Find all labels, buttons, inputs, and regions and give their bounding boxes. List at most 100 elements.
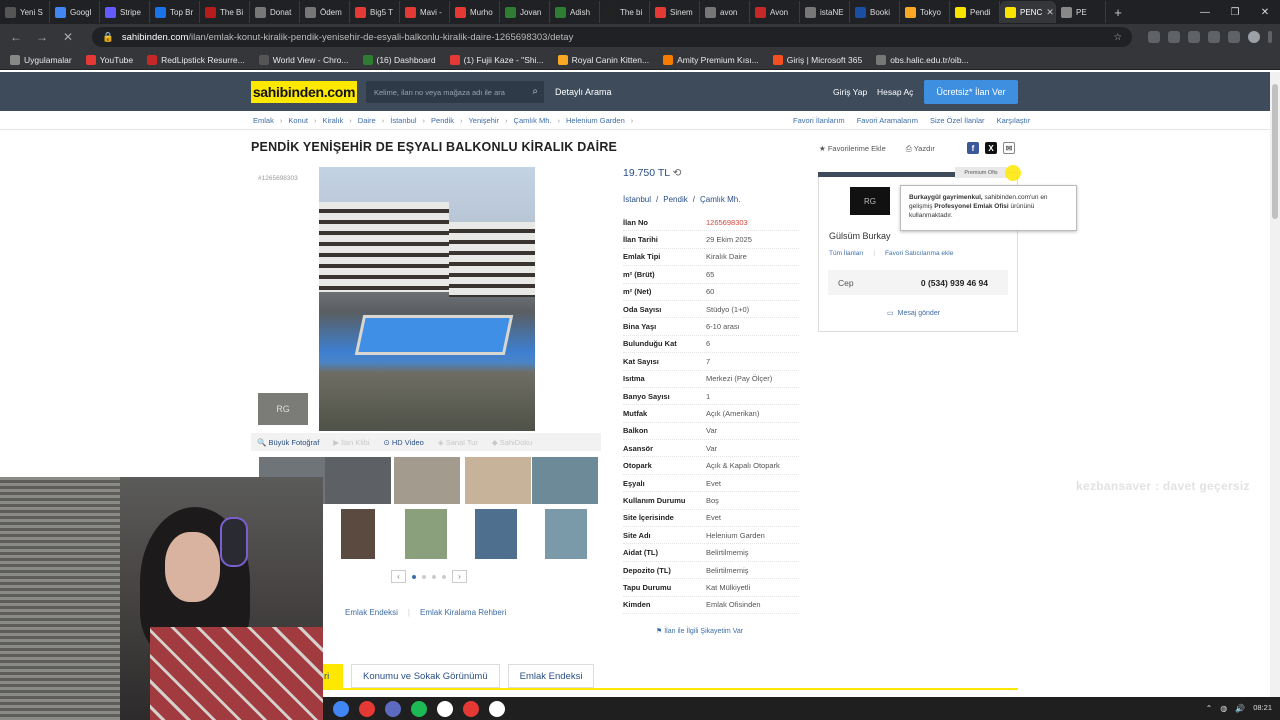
thumbnail[interactable] <box>465 457 531 504</box>
taskbar-app-icon[interactable] <box>359 700 375 717</box>
bookmark-item[interactable]: World View - Chro... <box>258 54 349 65</box>
bookmark-item[interactable]: Amity Premium Kısı... <box>663 54 759 65</box>
register-link[interactable]: Hesap Aç <box>877 87 913 97</box>
browser-tab[interactable]: PENC ✕ <box>1000 1 1056 23</box>
browser-tab[interactable]: Googl <box>50 1 100 23</box>
breadcrumb-item[interactable]: Pendik <box>431 116 454 125</box>
chevron-left-icon[interactable]: ‹ <box>391 570 406 583</box>
browser-tab[interactable]: Top Br <box>150 1 200 23</box>
x-icon[interactable]: X <box>985 142 997 154</box>
big-photo-button[interactable]: 🔍 Büyük Fotoğraf <box>257 438 319 447</box>
taskbar-app-icon[interactable] <box>385 700 401 717</box>
stop-icon[interactable]: ✕ <box>60 30 76 44</box>
bookmark-item[interactable]: (16) Dashboard <box>362 54 436 65</box>
send-message-link[interactable]: ▭ Mesaj gönder <box>887 309 940 318</box>
breadcrumb-item[interactable]: Konut <box>288 116 308 125</box>
favorite-seller-link[interactable]: Favori Satıcılarıma ekle <box>885 250 953 257</box>
thumbnail[interactable] <box>405 509 447 559</box>
pager-dot[interactable] <box>432 574 436 579</box>
browser-tab[interactable]: Donat <box>250 1 300 23</box>
browser-tab[interactable]: avon <box>700 1 750 23</box>
browser-tab[interactable]: Mavi - <box>400 1 450 23</box>
shortcut-link[interactable]: Karşılaştır <box>997 116 1031 125</box>
complaint-link[interactable]: ⚑ İlan ile İlgili Şikayetim Var <box>656 627 743 635</box>
maximize-icon[interactable]: ❐ <box>1220 0 1250 24</box>
menu-icon[interactable] <box>1268 31 1272 43</box>
bookmark-item[interactable]: Giriş | Microsoft 365 <box>772 54 862 65</box>
login-link[interactable]: Giriş Yap <box>833 87 867 97</box>
bookmark-item[interactable]: RedLipstick Resurre... <box>147 54 245 65</box>
tab-location[interactable]: Konumu ve Sokak Görünümü <box>351 664 500 688</box>
shortcut-link[interactable]: Favori Aramalarım <box>857 116 918 125</box>
all-listings-link[interactable]: Tüm İlanları <box>829 250 863 257</box>
browser-tab[interactable]: istaNE <box>800 1 850 23</box>
extension-icon[interactable] <box>1148 31 1160 43</box>
breadcrumb-item[interactable]: Helenium Garden <box>566 116 625 125</box>
print-link[interactable]: ⎙ Yazdır <box>906 144 935 154</box>
url-bar[interactable]: 🔒 sahibinden.com/ilan/emlak-konut-kirali… <box>92 27 1132 47</box>
browser-tab[interactable]: The Bi <box>200 1 250 23</box>
detailed-search-link[interactable]: Detaylı Arama <box>555 87 612 97</box>
page-scrollbar[interactable] <box>1270 72 1280 697</box>
taskbar-app-icon[interactable] <box>437 700 453 717</box>
network-icon[interactable]: ◍ <box>1220 704 1227 713</box>
favorite-link[interactable]: ★ Favorilerime Ekle <box>819 144 886 154</box>
chevron-right-icon[interactable]: › <box>452 570 467 583</box>
browser-tab[interactable]: Ödem <box>300 1 350 23</box>
puzzle-icon[interactable] <box>1228 31 1240 43</box>
bookmark-item[interactable]: Uygulamalar <box>10 54 72 65</box>
clock[interactable]: 08:21 <box>1253 704 1272 713</box>
taskbar-app-icon[interactable] <box>333 700 349 717</box>
browser-tab[interactable]: Pendi <box>950 1 1000 23</box>
emlak-endeksi-link[interactable]: Emlak Endeksi <box>345 608 398 617</box>
browser-tab[interactable]: Big5 T <box>350 1 400 23</box>
browser-tab[interactable]: Stripe <box>100 1 150 23</box>
phone-number[interactable]: 0 (534) 939 46 94 <box>921 278 988 288</box>
profile-avatar[interactable] <box>1248 31 1260 43</box>
search-icon[interactable]: ⌕ <box>532 86 538 97</box>
volume-icon[interactable]: 🔊 <box>1235 704 1245 713</box>
main-listing-photo[interactable] <box>319 167 535 431</box>
browser-tab[interactable]: Sinem <box>650 1 700 23</box>
breadcrumb-item[interactable]: Daire <box>358 116 376 125</box>
breadcrumb-item[interactable]: Çamlık Mh. <box>514 116 552 125</box>
bookmark-item[interactable]: YouTube <box>85 54 133 65</box>
hd-video-button[interactable]: ⊙ HD Video <box>384 438 424 447</box>
thumbnail[interactable] <box>532 457 598 504</box>
browser-tab[interactable]: Yeni S <box>0 1 50 23</box>
back-icon[interactable]: ← <box>8 30 24 44</box>
shortcut-link[interactable]: Size Özel İlanlar <box>930 116 985 125</box>
forward-icon[interactable]: → <box>34 30 50 44</box>
browser-tab[interactable]: Jovan <box>500 1 550 23</box>
thumbnail[interactable] <box>325 457 391 504</box>
taskbar-app-icon[interactable] <box>463 700 479 717</box>
breadcrumb-item[interactable]: İstanbul <box>390 116 416 125</box>
close-window-icon[interactable]: ✕ <box>1250 0 1280 24</box>
breadcrumb-item[interactable]: Kiralık <box>322 116 343 125</box>
location-neighborhood[interactable]: Çamlık Mh. <box>700 195 740 204</box>
browser-tab[interactable]: The bi <box>600 1 650 23</box>
browser-tab[interactable]: Tokyo <box>900 1 950 23</box>
bookmark-item[interactable]: Royal Canin Kitten... <box>557 54 649 65</box>
location-city[interactable]: İstanbul <box>623 195 651 204</box>
close-tab-icon[interactable]: ✕ <box>1046 7 1054 18</box>
browser-tab[interactable]: Adish <box>550 1 600 23</box>
taskbar-app-icon[interactable] <box>411 700 427 717</box>
pager-dot[interactable] <box>442 574 446 579</box>
bookmark-star-icon[interactable]: ☆ <box>1113 32 1122 43</box>
browser-tab[interactable]: PE <box>1056 1 1106 23</box>
thumbnail[interactable] <box>394 457 460 504</box>
chevron-up-icon[interactable]: ⌃ <box>1206 704 1213 713</box>
breadcrumb-item[interactable]: Yenişehir <box>468 116 499 125</box>
extension-icon[interactable] <box>1168 31 1180 43</box>
bookmark-item[interactable]: obs.halic.edu.tr/oib... <box>876 54 969 65</box>
browser-tab[interactable]: Murho <box>450 1 500 23</box>
thumbnail[interactable] <box>341 509 375 559</box>
tab-emlak-endeksi[interactable]: Emlak Endeksi <box>507 664 595 688</box>
facebook-icon[interactable]: f <box>967 142 979 154</box>
site-search-input[interactable]: Kelime, ilan no veya mağaza adı ile ara … <box>366 81 544 103</box>
agency-logo[interactable]: RG <box>850 187 890 215</box>
premium-badge[interactable]: Premium Ofis <box>955 167 1007 178</box>
minimize-icon[interactable]: — <box>1190 0 1220 24</box>
mail-icon[interactable]: ✉ <box>1003 142 1015 154</box>
